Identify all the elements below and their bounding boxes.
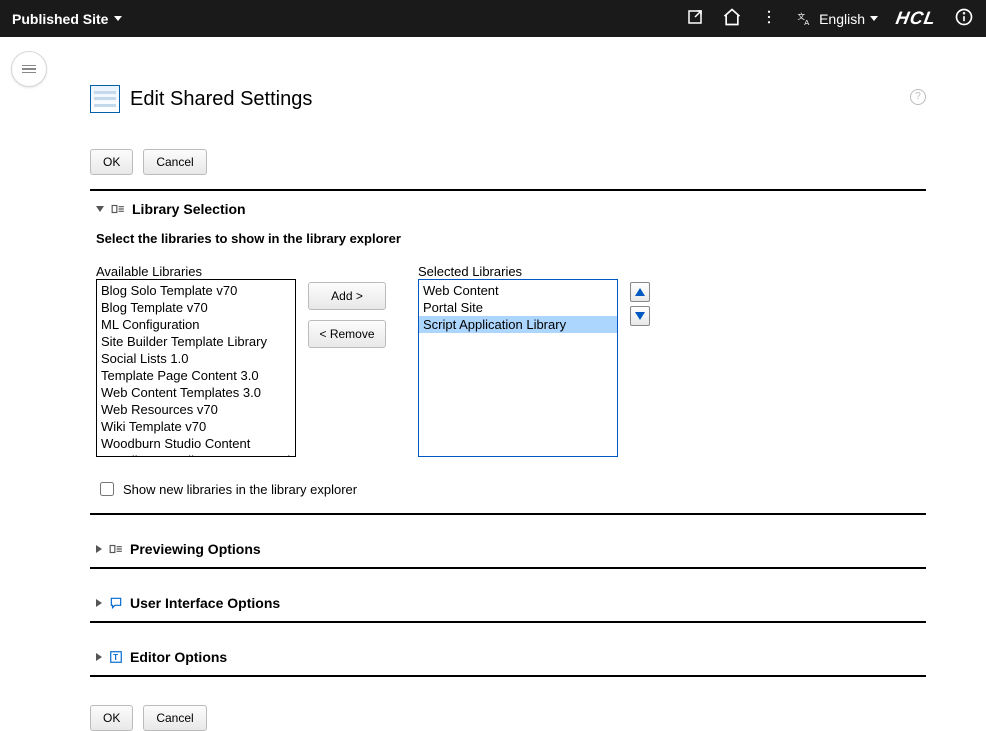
- brand-logo: HCL: [894, 8, 938, 29]
- list-item[interactable]: Social Lists 1.0: [97, 350, 295, 367]
- menu-button[interactable]: [11, 51, 47, 87]
- list-item[interactable]: Web Resources v70: [97, 401, 295, 418]
- cancel-button-bottom[interactable]: Cancel: [143, 705, 206, 731]
- site-selector[interactable]: Published Site: [12, 11, 122, 27]
- selected-libraries-list[interactable]: Web ContentPortal SiteScript Application…: [418, 279, 618, 457]
- external-link-icon[interactable]: [686, 8, 704, 29]
- list-item[interactable]: Site Builder Template Library: [97, 333, 295, 350]
- show-new-libraries-checkbox[interactable]: [100, 482, 114, 496]
- svg-text:A: A: [804, 18, 809, 27]
- remove-button[interactable]: < Remove: [308, 320, 386, 348]
- section-library-selection: Library Selection Select the libraries t…: [90, 191, 926, 515]
- list-item[interactable]: Portal Site: [419, 299, 617, 316]
- help-icon[interactable]: ?: [910, 89, 926, 105]
- site-label: Published Site: [12, 11, 108, 27]
- list-item[interactable]: Wiki Template v70: [97, 418, 295, 435]
- twisty-collapsed-icon: [96, 653, 102, 661]
- available-label: Available Libraries: [96, 264, 296, 279]
- text-edit-icon: T: [108, 650, 124, 664]
- svg-text:T: T: [113, 653, 118, 662]
- list-item[interactable]: Web Content Templates 3.0: [97, 384, 295, 401]
- section-ui-options-header[interactable]: User Interface Options: [96, 595, 926, 611]
- cancel-button[interactable]: Cancel: [143, 149, 206, 175]
- hamburger-icon: [22, 63, 36, 76]
- list-item[interactable]: Woodburn Studio Content: [97, 435, 295, 452]
- page-title: Edit Shared Settings: [130, 88, 312, 111]
- library-instruction: Select the libraries to show in the libr…: [96, 231, 926, 246]
- info-icon[interactable]: [954, 7, 974, 30]
- list-item[interactable]: Script Application Library: [419, 316, 617, 333]
- show-new-libraries-label: Show new libraries in the library explor…: [123, 482, 357, 497]
- list-item[interactable]: Blog Solo Template v70: [97, 282, 295, 299]
- section-title: User Interface Options: [130, 595, 280, 611]
- section-previewing-header[interactable]: Previewing Options: [96, 541, 926, 557]
- ok-button-bottom[interactable]: OK: [90, 705, 133, 731]
- preview-settings-icon: [108, 542, 124, 556]
- ok-button[interactable]: OK: [90, 149, 133, 175]
- section-title: Editor Options: [130, 649, 227, 665]
- section-library-header[interactable]: Library Selection: [96, 201, 926, 217]
- add-button[interactable]: Add >: [308, 282, 386, 310]
- twisty-collapsed-icon: [96, 545, 102, 553]
- top-bar: Published Site 文A English HCL: [0, 0, 986, 37]
- chevron-down-icon: [870, 16, 878, 21]
- section-title: Previewing Options: [130, 541, 261, 557]
- list-item[interactable]: Template Page Content 3.0: [97, 367, 295, 384]
- section-editor-options-header[interactable]: T Editor Options: [96, 649, 926, 665]
- language-label: English: [819, 11, 865, 27]
- settings-page-icon: [90, 85, 120, 113]
- language-selector[interactable]: 文A English: [796, 10, 878, 28]
- twisty-expanded-icon: [96, 206, 104, 212]
- library-settings-icon: [110, 202, 126, 216]
- selected-label: Selected Libraries: [418, 264, 618, 279]
- arrow-up-icon: [635, 288, 645, 296]
- chevron-down-icon: [114, 16, 122, 21]
- list-item[interactable]: Web Content: [419, 282, 617, 299]
- home-icon[interactable]: [722, 7, 742, 30]
- more-menu-icon[interactable]: [760, 8, 778, 29]
- move-down-button[interactable]: [630, 306, 650, 326]
- available-libraries-list[interactable]: Blog Solo Template v70Blog Template v70M…: [96, 279, 296, 457]
- arrow-down-icon: [635, 312, 645, 320]
- speech-bubble-icon: [108, 596, 124, 610]
- list-item[interactable]: ML Configuration: [97, 316, 295, 333]
- list-item[interactable]: Woodburn Studio Content French: [97, 452, 295, 457]
- move-up-button[interactable]: [630, 282, 650, 302]
- section-title: Library Selection: [132, 201, 246, 217]
- main-content: Edit Shared Settings ? OK Cancel Library…: [90, 37, 926, 731]
- list-item[interactable]: Blog Template v70: [97, 299, 295, 316]
- twisty-collapsed-icon: [96, 599, 102, 607]
